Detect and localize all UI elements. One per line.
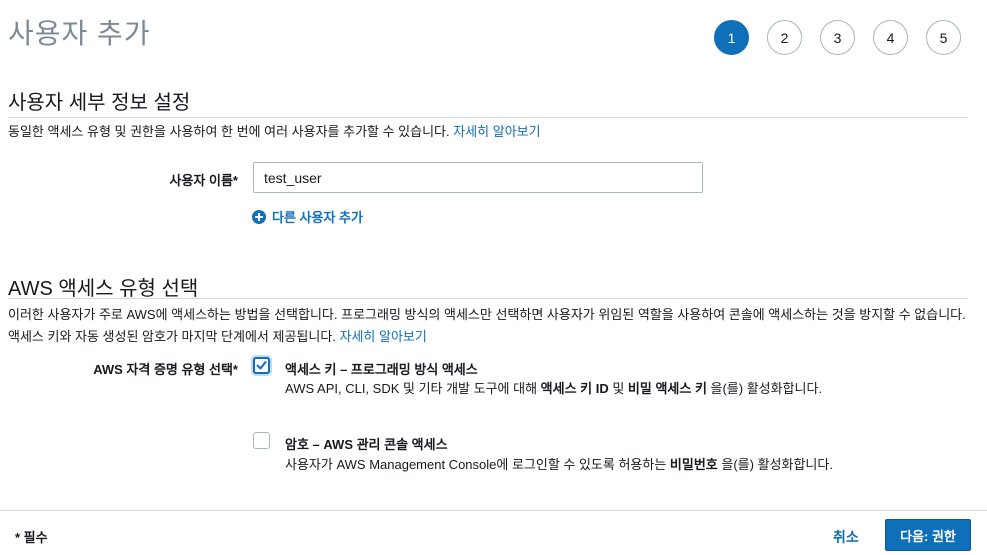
access-key-id-term: 액세스 키 ID [540, 381, 609, 396]
details-learn-more-link[interactable]: 자세히 알아보기 [453, 124, 540, 139]
secret-access-key-term: 비밀 액세스 키 [627, 381, 707, 396]
step-5[interactable]: 5 [926, 20, 961, 55]
page-title: 사용자 추가 [8, 18, 151, 49]
next-permissions-button[interactable]: 다음: 권한 [885, 519, 971, 551]
access-key-description: AWS API, CLI, SDK 및 기타 개발 도구에 대해 액세스 키 I… [285, 378, 835, 399]
access-key-checkbox[interactable] [253, 357, 270, 374]
access-description-text: 이러한 사용자가 주로 AWS에 액세스하는 방법을 선택합니다. 프로그래밍 … [8, 307, 966, 344]
username-input[interactable] [253, 162, 703, 193]
credential-type-label: AWS 자격 증명 유형 선택* [93, 362, 238, 377]
details-heading: 사용자 세부 정보 설정 [8, 92, 191, 114]
password-title: 암호 – AWS 관리 콘솔 액세스 [285, 437, 448, 452]
step-4[interactable]: 4 [873, 20, 908, 55]
access-divider [8, 298, 968, 299]
checkmark-icon [256, 361, 267, 370]
cancel-button[interactable]: 취소 [833, 527, 859, 547]
password-desc-text: 사용자가 AWS Management Console에 로그인할 수 있도록 … [285, 457, 670, 472]
access-key-title: 액세스 키 – 프로그래밍 방식 액세스 [285, 362, 478, 377]
password-desc-tail: 을(를) 활성화합니다. [717, 457, 833, 472]
step-1[interactable]: 1 [714, 20, 749, 55]
details-description-text: 동일한 액세스 유형 및 권한을 사용하여 한 번에 여러 사용자를 추가할 수… [8, 124, 454, 139]
required-note: * 필수 [15, 530, 48, 545]
access-heading: AWS 액세스 유형 선택 [8, 278, 199, 300]
step-2[interactable]: 2 [767, 20, 802, 55]
add-another-user-button[interactable]: 다른 사용자 추가 [252, 207, 363, 226]
password-description: 사용자가 AWS Management Console에 로그인할 수 있도록 … [285, 454, 835, 475]
access-key-desc-and: 및 [608, 381, 628, 396]
password-term: 비밀번호 [669, 457, 718, 472]
add-another-user-label: 다른 사용자 추가 [272, 210, 363, 225]
plus-circle-icon [252, 209, 266, 224]
password-checkbox[interactable] [253, 432, 270, 449]
access-key-desc-tail: 을(를) 활성화합니다. [706, 381, 823, 396]
step-3[interactable]: 3 [820, 20, 855, 55]
access-key-desc-text: AWS API, CLI, SDK 및 기타 개발 도구에 대해 [285, 381, 541, 396]
step-indicator: 1 2 3 4 5 [714, 20, 961, 55]
details-description: 동일한 액세스 유형 및 권한을 사용하여 한 번에 여러 사용자를 추가할 수… [8, 121, 541, 143]
footer-divider [0, 510, 987, 511]
details-divider [8, 117, 968, 118]
username-label: 사용자 이름* [169, 173, 238, 188]
access-learn-more-link[interactable]: 자세히 알아보기 [340, 329, 427, 344]
access-description: 이러한 사용자가 주로 AWS에 액세스하는 방법을 선택합니다. 프로그래밍 … [8, 304, 968, 348]
